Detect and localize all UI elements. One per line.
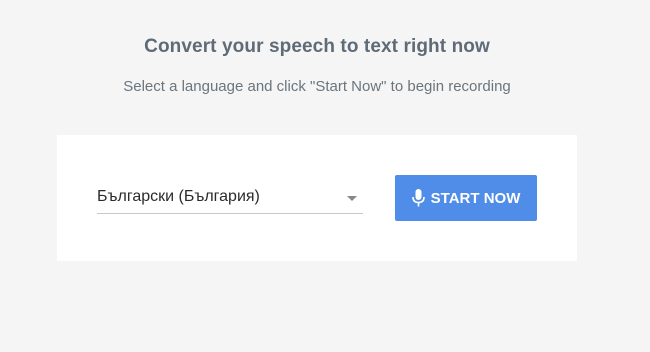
page-title: Convert your speech to text right now bbox=[144, 36, 490, 57]
start-now-label: START NOW bbox=[430, 189, 521, 207]
page-subtitle: Select a language and click "Start Now" … bbox=[123, 78, 511, 95]
dropdown-arrow-icon bbox=[347, 196, 357, 201]
speech-to-text-page: Convert your speech to text right now Se… bbox=[0, 0, 650, 352]
start-now-button[interactable]: START NOW bbox=[395, 175, 537, 221]
language-select-value: Български (България) bbox=[97, 188, 260, 205]
language-select[interactable]: Български (България) bbox=[97, 183, 363, 214]
recording-card: Български (България) START NOW bbox=[57, 135, 577, 261]
microphone-icon bbox=[411, 189, 425, 207]
